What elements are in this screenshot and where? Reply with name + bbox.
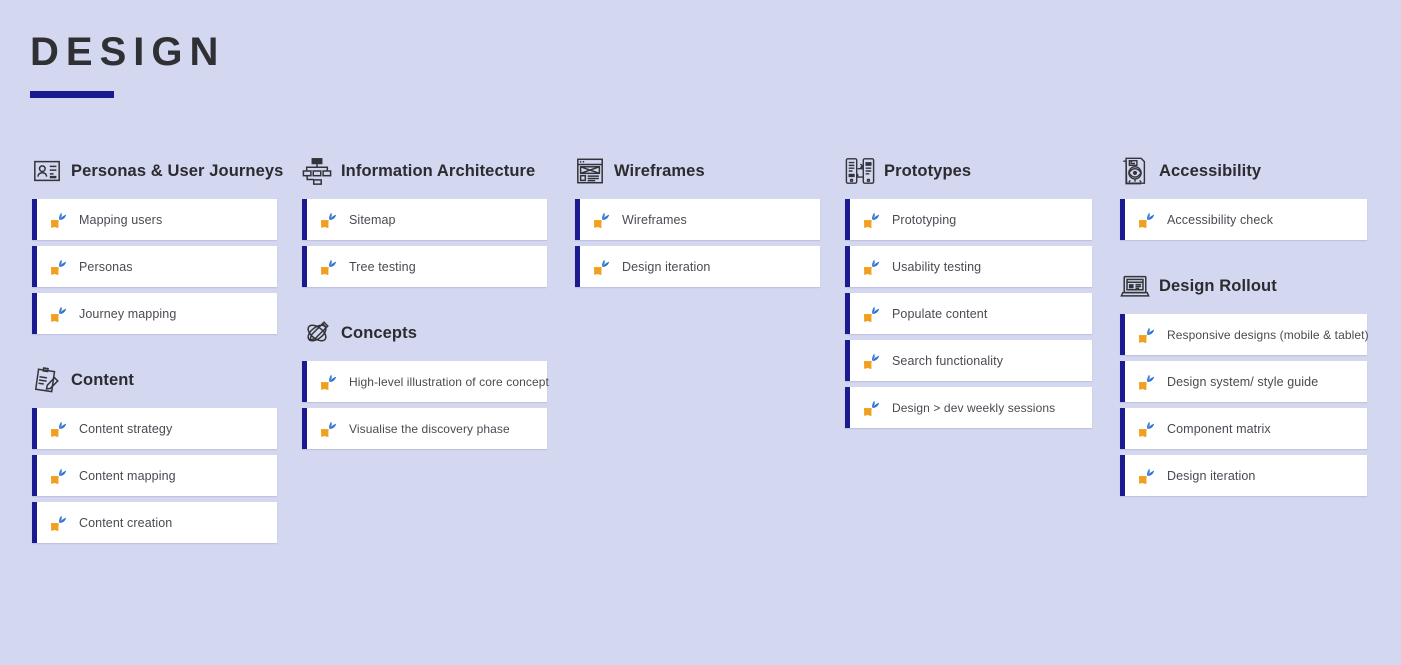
task-pinwheel-icon xyxy=(593,212,610,228)
task-pinwheel-icon xyxy=(1138,212,1155,228)
task-card-label: Tree testing xyxy=(349,259,416,274)
group-header: Information Architecture xyxy=(302,152,547,190)
group-title: Accessibility xyxy=(1159,161,1262,180)
task-card-label: Wireframes xyxy=(622,212,687,227)
task-pinwheel-icon xyxy=(1138,374,1155,390)
laptop-icon xyxy=(1120,275,1150,297)
task-card[interactable]: Populate content xyxy=(845,293,1092,334)
task-card[interactable]: Visualise the discovery phase xyxy=(302,408,547,449)
task-card-label: Responsive designs (mobile & tablet) xyxy=(1167,327,1369,342)
page-title: DESIGN xyxy=(30,30,226,74)
page-header: DESIGN xyxy=(30,32,225,98)
task-pinwheel-icon xyxy=(593,259,610,275)
task-card[interactable]: Design iteration xyxy=(1120,455,1367,496)
task-pinwheel-icon xyxy=(1138,468,1155,484)
task-card-label: Design iteration xyxy=(1167,468,1256,483)
group-title: Personas & User Journeys xyxy=(71,161,284,180)
task-card-label: Design system/ style guide xyxy=(1167,374,1319,389)
task-card[interactable]: Responsive designs (mobile & tablet) xyxy=(1120,314,1369,355)
task-pinwheel-icon xyxy=(50,259,67,275)
task-pinwheel-icon xyxy=(50,212,67,228)
task-card-label: Visualise the discovery phase xyxy=(349,421,510,436)
group-title: Prototypes xyxy=(884,161,972,180)
phone-flow-icon xyxy=(845,158,875,184)
group-title: Wireframes xyxy=(614,161,705,180)
board-column: Information Architecture Sitemap Tree te… xyxy=(302,152,549,549)
board-column: Prototypes Prototyping Usability testing xyxy=(845,152,1092,549)
task-card[interactable]: Personas xyxy=(32,246,277,287)
title-underline-rule xyxy=(30,91,114,98)
task-card-label: Usability testing xyxy=(892,259,982,274)
task-card[interactable]: Wireframes xyxy=(575,199,820,240)
task-card-label: Design iteration xyxy=(622,259,711,274)
group-title: Concepts xyxy=(341,323,417,342)
task-card[interactable]: Tree testing xyxy=(302,246,547,287)
task-pinwheel-icon xyxy=(50,306,67,322)
task-card-label: Personas xyxy=(79,259,133,274)
task-pinwheel-icon xyxy=(50,515,67,531)
task-card[interactable]: Search functionality xyxy=(845,340,1092,381)
task-pinwheel-icon xyxy=(320,421,337,437)
task-card-label: Journey mapping xyxy=(79,306,177,321)
task-card-label: Component matrix xyxy=(1167,421,1271,436)
task-pinwheel-icon xyxy=(320,374,337,390)
task-pinwheel-icon xyxy=(50,468,67,484)
task-card[interactable]: Accessibility check xyxy=(1120,199,1367,240)
task-pinwheel-icon xyxy=(1138,421,1155,437)
document-eye-icon xyxy=(1123,157,1146,185)
task-pinwheel-icon xyxy=(863,400,880,416)
task-card[interactable]: Content mapping xyxy=(32,455,277,496)
group-title: Design Rollout xyxy=(1159,276,1277,295)
task-card-label: Prototyping xyxy=(892,212,957,227)
design-board: Personas & User Journeys Mapping users P… xyxy=(0,152,1401,549)
task-card-label: Content strategy xyxy=(79,421,173,436)
board-column: Wireframes Wireframes Design iteration xyxy=(575,152,820,549)
group-title: Content xyxy=(71,370,135,389)
group-header: Content xyxy=(32,361,277,399)
task-card-label: Populate content xyxy=(892,306,988,321)
task-card[interactable]: Component matrix xyxy=(1120,408,1367,449)
task-card[interactable]: Mapping users xyxy=(32,199,277,240)
group-header: Accessibility xyxy=(1120,152,1367,190)
task-card[interactable]: Design iteration xyxy=(575,246,820,287)
group-title: Information Architecture xyxy=(341,161,536,180)
task-card[interactable]: Prototyping xyxy=(845,199,1092,240)
task-pinwheel-icon xyxy=(320,259,337,275)
task-card-label: Design > dev weekly sessions xyxy=(892,400,1056,415)
task-card-label: Content creation xyxy=(79,515,173,530)
wireframe-layout-icon xyxy=(577,158,603,184)
task-card-label: High-level illustration of core concept xyxy=(349,374,549,389)
task-pinwheel-icon xyxy=(50,421,67,437)
task-pinwheel-icon xyxy=(863,306,880,322)
task-card[interactable]: Journey mapping xyxy=(32,293,277,334)
board-column: Accessibility Accessibility check Design… xyxy=(1120,152,1369,549)
sitemap-icon xyxy=(302,158,332,185)
group-header: Personas & User Journeys xyxy=(32,152,283,190)
task-card-label: Search functionality xyxy=(892,353,1004,368)
task-card[interactable]: High-level illustration of core concept xyxy=(302,361,549,402)
group-header: Wireframes xyxy=(575,152,820,190)
task-pinwheel-icon xyxy=(320,212,337,228)
task-pinwheel-icon xyxy=(1138,327,1155,343)
task-card-label: Content mapping xyxy=(79,468,176,483)
task-pinwheel-icon xyxy=(863,259,880,275)
task-card[interactable]: Content strategy xyxy=(32,408,277,449)
clipboard-pencil-icon xyxy=(34,367,59,393)
id-card-icon xyxy=(34,160,60,182)
task-pinwheel-icon xyxy=(863,212,880,228)
board-column: Personas & User Journeys Mapping users P… xyxy=(32,152,283,549)
task-card[interactable]: Sitemap xyxy=(302,199,547,240)
sketch-pen-icon xyxy=(307,321,329,342)
task-card-label: Accessibility check xyxy=(1167,212,1274,227)
task-pinwheel-icon xyxy=(863,353,880,369)
group-header: Design Rollout xyxy=(1120,267,1367,305)
task-card[interactable]: Design > dev weekly sessions xyxy=(845,387,1092,428)
task-card[interactable]: Content creation xyxy=(32,502,277,543)
task-card[interactable]: Usability testing xyxy=(845,246,1092,287)
group-header: Prototypes xyxy=(845,152,1092,190)
task-card-label: Sitemap xyxy=(349,212,396,227)
task-card[interactable]: Design system/ style guide xyxy=(1120,361,1367,402)
group-header: Concepts xyxy=(302,314,547,352)
task-card-label: Mapping users xyxy=(79,212,163,227)
